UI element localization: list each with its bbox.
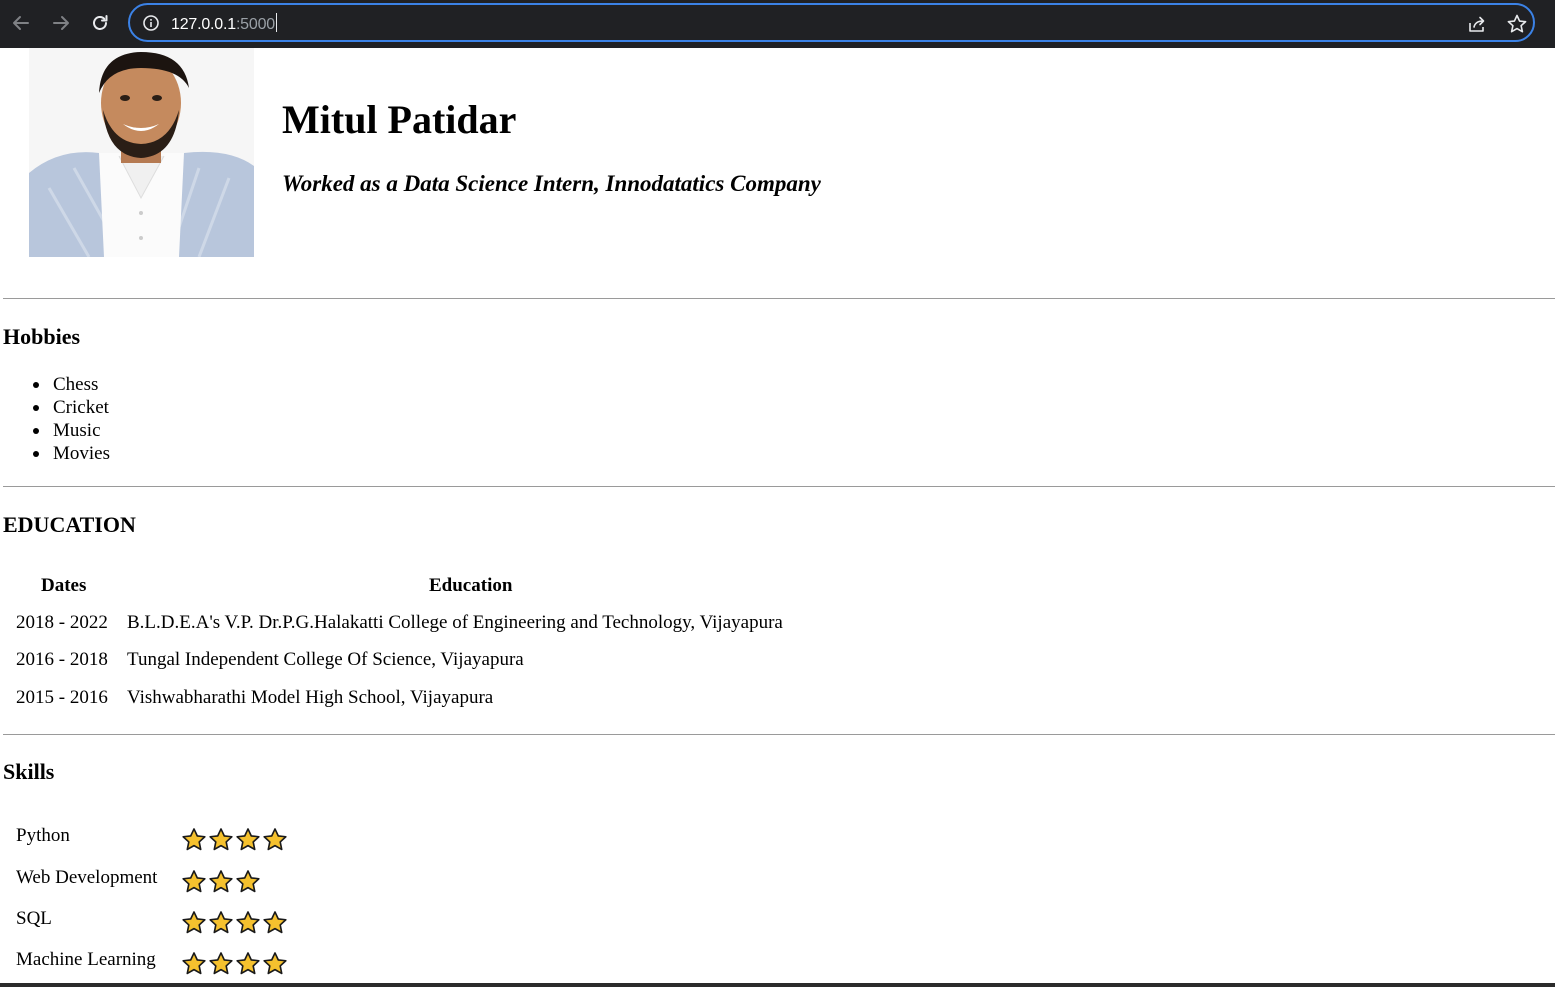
list-item: Movies xyxy=(0,442,110,465)
bookmark-star-icon[interactable] xyxy=(1506,13,1528,35)
star-icon xyxy=(182,870,206,893)
skill-row: Python xyxy=(16,825,316,857)
star-icon xyxy=(182,911,206,934)
skill-row: Machine Learning xyxy=(16,949,316,981)
star-icon xyxy=(263,952,287,975)
hobby-label: Music xyxy=(53,420,101,441)
list-item: Cricket xyxy=(0,396,110,419)
row-dates: 2018 - 2022 xyxy=(16,612,108,633)
taskbar-edge xyxy=(0,983,1555,987)
url-host: 127.0.0.1 xyxy=(171,16,236,33)
star-icon xyxy=(236,911,260,934)
text-caret xyxy=(275,13,277,32)
reload-icon xyxy=(93,15,108,30)
star-icon xyxy=(236,952,260,975)
star-icon xyxy=(236,870,260,893)
star-icon xyxy=(209,870,233,893)
hobby-label: Movies xyxy=(53,443,110,464)
hobby-label: Cricket xyxy=(53,397,109,418)
divider xyxy=(3,734,1555,735)
bullet xyxy=(33,428,39,434)
column-header-dates: Dates xyxy=(41,575,87,596)
forward-button[interactable] xyxy=(48,10,74,36)
star-rating xyxy=(181,869,261,895)
profile-photo xyxy=(29,48,254,257)
skill-row: Web Development xyxy=(16,867,316,899)
star-icon xyxy=(182,828,206,851)
share-icon[interactable] xyxy=(1466,13,1488,35)
row-school: Tungal Independent College Of Science, V… xyxy=(127,649,524,670)
skill-name: Python xyxy=(16,825,70,846)
url-text[interactable]: 127.0.0.1:5000 xyxy=(171,13,277,34)
star-rating xyxy=(181,827,288,853)
bullet xyxy=(33,405,39,411)
skill-name: Machine Learning xyxy=(16,949,156,970)
list-item: Chess xyxy=(0,373,110,396)
site-info-icon[interactable] xyxy=(142,14,160,32)
hobbies-heading: Hobbies xyxy=(3,324,81,349)
divider xyxy=(3,486,1555,487)
star-rating xyxy=(181,910,288,936)
skill-name: SQL xyxy=(16,908,52,929)
profile-name: Mitul Patidar xyxy=(282,97,517,142)
skill-row: SQL xyxy=(16,908,316,940)
address-bar[interactable]: 127.0.0.1:5000 xyxy=(128,3,1535,42)
star-rating xyxy=(181,951,288,977)
hobbies-list: Chess Cricket Music Movies xyxy=(0,373,110,465)
reload-button[interactable] xyxy=(87,10,113,36)
profile-photo-image xyxy=(29,48,254,257)
row-school: Vishwabharathi Model High School, Vijaya… xyxy=(127,687,494,708)
star-icon xyxy=(209,911,233,934)
back-button[interactable] xyxy=(8,10,34,36)
star-icon xyxy=(209,952,233,975)
column-header-education: Education xyxy=(429,575,513,596)
star-icon xyxy=(236,828,260,851)
list-item: Music xyxy=(0,419,110,442)
arrow-right-icon xyxy=(53,16,69,30)
browser-toolbar: 127.0.0.1:5000 xyxy=(0,0,1555,48)
skill-name: Web Development xyxy=(16,867,158,888)
divider xyxy=(3,298,1555,299)
star-icon xyxy=(209,828,233,851)
star-icon xyxy=(263,911,287,934)
row-dates: 2016 - 2018 xyxy=(16,649,108,670)
education-heading: EDUCATION xyxy=(3,512,136,537)
row-school: B.L.D.E.A's V.P. Dr.P.G.Halakatti Colleg… xyxy=(127,612,783,633)
arrow-left-icon xyxy=(13,16,29,30)
bullet xyxy=(33,451,39,457)
hobby-label: Chess xyxy=(53,374,99,395)
profile-role: Worked as a Data Science Intern, Innodat… xyxy=(282,171,821,196)
star-icon xyxy=(263,828,287,851)
skills-heading: Skills xyxy=(3,759,55,784)
row-dates: 2015 - 2016 xyxy=(16,687,108,708)
url-port: :5000 xyxy=(235,16,275,33)
star-icon xyxy=(182,952,206,975)
bullet xyxy=(33,382,39,388)
